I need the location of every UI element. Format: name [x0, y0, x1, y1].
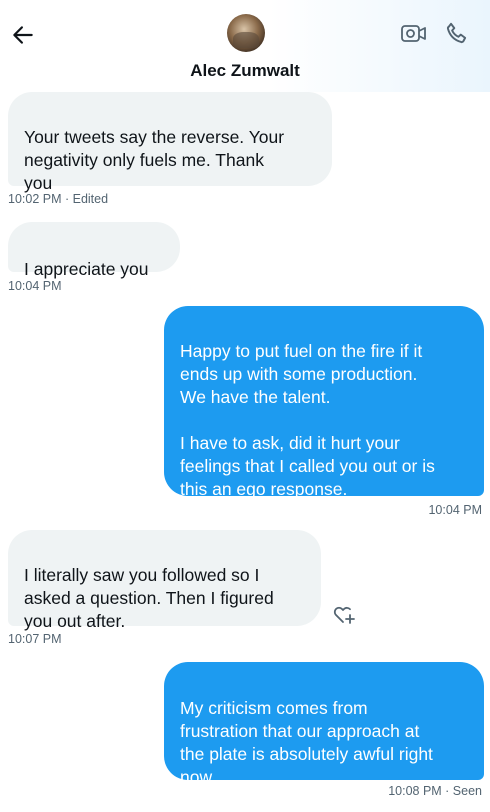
message-bubble-incoming[interactable]: I appreciate you	[8, 222, 180, 279]
arrow-left-icon[interactable]	[10, 22, 36, 48]
message-meta: 10:08 PM · Seen	[388, 784, 482, 798]
message-text: I appreciate you	[24, 259, 149, 279]
message-meta: 10:04 PM	[428, 503, 482, 517]
message-text: I literally saw you followed so I asked …	[24, 565, 274, 631]
message-meta: 10:02 PM · Edited	[8, 192, 109, 206]
message-text: Your tweets say the reverse. Your negati…	[24, 127, 285, 193]
message-bubble-incoming[interactable]: I literally saw you followed so I asked …	[8, 530, 321, 631]
message-bubble-incoming[interactable]: Your tweets say the reverse. Your negati…	[8, 92, 332, 193]
phone-call-icon[interactable]	[444, 20, 470, 46]
message-text: My criticism comes from frustration that…	[180, 698, 433, 787]
add-reaction-icon[interactable]	[331, 602, 357, 626]
contact-name[interactable]: Alec Zumwalt	[0, 61, 490, 81]
avatar[interactable]	[227, 14, 265, 52]
message-text: Happy to put fuel on the fire if it ends…	[180, 341, 435, 499]
video-call-icon[interactable]	[400, 22, 428, 46]
message-bubble-outgoing[interactable]: Happy to put fuel on the fire if it ends…	[164, 306, 484, 499]
message-bubble-outgoing[interactable]: My criticism comes from frustration that…	[164, 662, 484, 787]
conversation-header: Alec Zumwalt	[0, 0, 490, 92]
message-meta: 10:07 PM	[8, 632, 62, 646]
message-meta: 10:04 PM	[8, 279, 62, 293]
